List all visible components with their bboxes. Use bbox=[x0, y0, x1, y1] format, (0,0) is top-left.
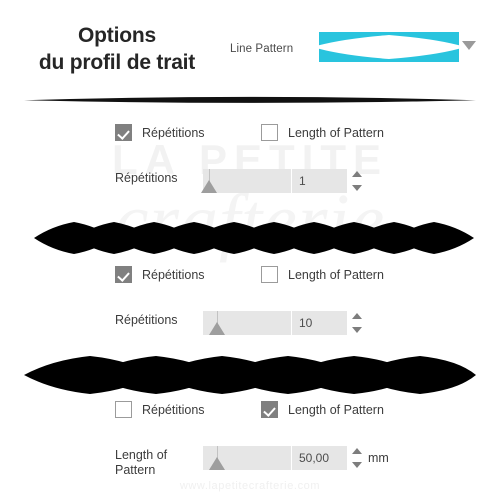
header: Options du profil de trait Line Pattern bbox=[0, 0, 500, 103]
option-group-2: Répétitions Length of Pattern Répétition… bbox=[0, 266, 500, 345]
option-group-3: Répétitions Length of Pattern Length of … bbox=[0, 401, 500, 480]
spinbox-stepper[interactable] bbox=[351, 447, 363, 469]
spinbox-stepper[interactable] bbox=[351, 170, 363, 192]
repetitions-spinbox[interactable]: 10 bbox=[292, 311, 347, 335]
unit-label: mm bbox=[368, 451, 389, 465]
checkbox-repetitions[interactable]: Répétitions bbox=[115, 401, 205, 418]
field-row: Length of Pattern 50,00 mm bbox=[0, 446, 500, 480]
checkbox-length-of-pattern[interactable]: Length of Pattern bbox=[261, 266, 384, 283]
checkbox-repetitions-label: Répétitions bbox=[142, 402, 205, 417]
checkbox-length-of-pattern-label: Length of Pattern bbox=[288, 267, 384, 282]
field-label: Répétitions bbox=[115, 171, 178, 185]
spinbox-stepper[interactable] bbox=[351, 312, 363, 334]
caret-down-icon[interactable] bbox=[352, 462, 362, 468]
checkbox-length-of-pattern-label: Length of Pattern bbox=[288, 125, 384, 140]
checkbox-repetitions[interactable]: Répétitions bbox=[115, 124, 205, 141]
spinbox-value: 1 bbox=[299, 174, 306, 188]
caret-down-icon[interactable] bbox=[352, 327, 362, 333]
header-divider bbox=[24, 96, 476, 103]
caret-down-icon[interactable] bbox=[352, 185, 362, 191]
diamond-pattern-preview-6 bbox=[0, 352, 500, 398]
field-row: Répétitions 1 bbox=[0, 169, 500, 203]
checkbox-repetitions-label: Répétitions bbox=[142, 125, 205, 140]
chevron-down-icon[interactable] bbox=[462, 41, 476, 50]
line-pattern-label: Line Pattern bbox=[230, 43, 294, 55]
option-group-1: Répétitions Length of Pattern Répétition… bbox=[0, 124, 500, 203]
caret-up-icon[interactable] bbox=[352, 313, 362, 319]
page-title-line1: Options bbox=[78, 24, 156, 47]
checkmark-icon[interactable] bbox=[115, 266, 132, 283]
checkbox-length-of-pattern-label: Length of Pattern bbox=[288, 402, 384, 417]
watermark-url: www.lapetitecrafterie.com bbox=[179, 480, 321, 492]
field-label: Répétitions bbox=[115, 313, 178, 327]
repetitions-spinbox[interactable]: 1 bbox=[292, 169, 347, 193]
page-title-line2: du profil de trait bbox=[38, 51, 196, 74]
field-label: Length of Pattern bbox=[115, 448, 168, 477]
empty-checkbox-icon[interactable] bbox=[261, 124, 278, 141]
checkbox-repetitions[interactable]: Répétitions bbox=[115, 266, 205, 283]
checkmark-icon[interactable] bbox=[261, 401, 278, 418]
page-title: Options du profil de trait bbox=[14, 22, 220, 76]
checkbox-row: Répétitions Length of Pattern bbox=[0, 266, 500, 290]
empty-checkbox-icon[interactable] bbox=[115, 401, 132, 418]
repetitions-slider[interactable] bbox=[203, 311, 291, 335]
checkbox-row: Répétitions Length of Pattern bbox=[0, 401, 500, 425]
checkbox-length-of-pattern[interactable]: Length of Pattern bbox=[261, 124, 384, 141]
line-pattern-swatch[interactable] bbox=[319, 32, 459, 62]
diamond-pattern-preview-10 bbox=[0, 216, 500, 260]
checkbox-row: Répétitions Length of Pattern bbox=[0, 124, 500, 148]
caret-up-icon[interactable] bbox=[352, 171, 362, 177]
checkbox-repetitions-label: Répétitions bbox=[142, 267, 205, 282]
length-of-pattern-spinbox[interactable]: 50,00 bbox=[292, 446, 347, 470]
repetitions-slider[interactable] bbox=[201, 169, 291, 193]
screenshot-canvas: LA PETITE crafterie Options du profil de… bbox=[0, 0, 500, 500]
field-row: Répétitions 10 bbox=[0, 311, 500, 345]
caret-up-icon[interactable] bbox=[352, 448, 362, 454]
length-of-pattern-slider[interactable] bbox=[203, 446, 291, 470]
spinbox-value: 50,00 bbox=[299, 451, 330, 465]
spinbox-value: 10 bbox=[299, 316, 313, 330]
empty-checkbox-icon[interactable] bbox=[261, 266, 278, 283]
checkmark-icon[interactable] bbox=[115, 124, 132, 141]
checkbox-length-of-pattern[interactable]: Length of Pattern bbox=[261, 401, 384, 418]
